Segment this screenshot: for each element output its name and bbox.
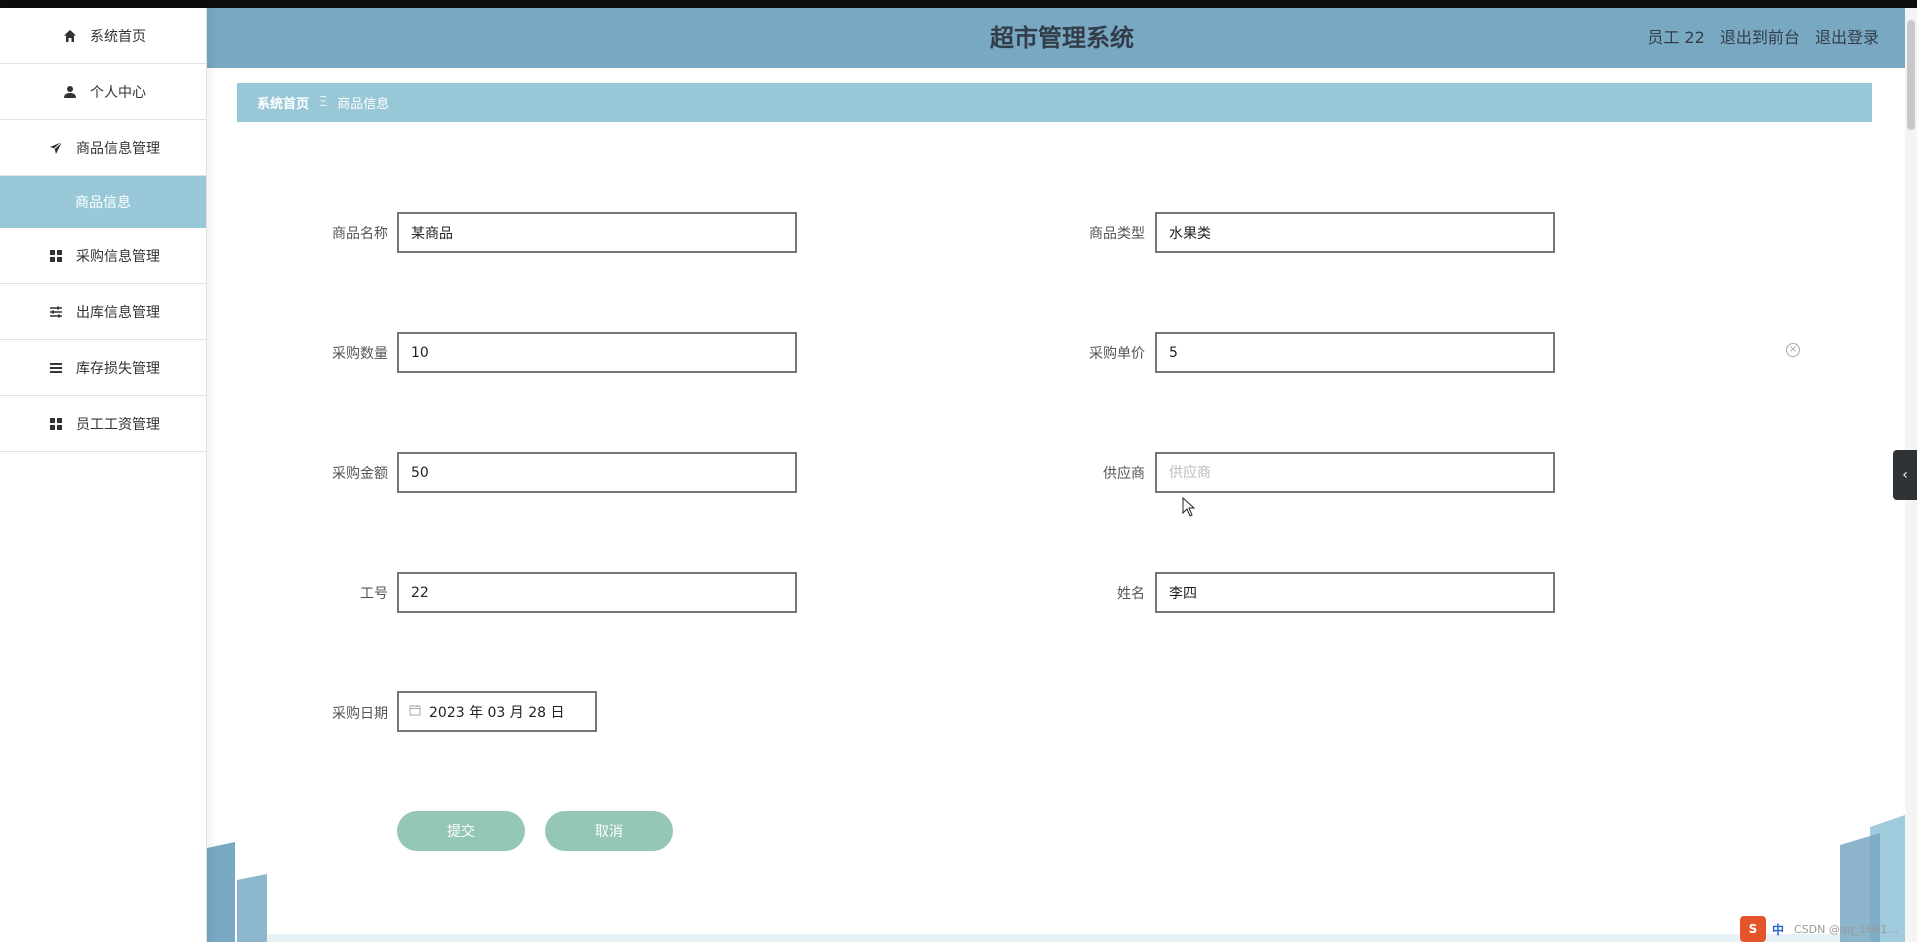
supplier-label: 供应商: [1103, 466, 1145, 482]
emp-no-input[interactable]: [397, 572, 797, 613]
sidebar-item-loss-mgmt[interactable]: 库存损失管理: [0, 340, 206, 396]
list-icon: [46, 361, 66, 375]
top-header: 超市管理系统 员工 22 退出到前台 退出登录: [207, 8, 1917, 68]
sidebar-item-product-mgmt[interactable]: 商品信息管理: [0, 120, 206, 176]
submit-button[interactable]: 提交: [397, 811, 525, 851]
sidebar-item-purchase-mgmt[interactable]: 采购信息管理: [0, 228, 206, 284]
sidebar-item-label: 员工工资管理: [76, 416, 160, 433]
footer-strip: [267, 934, 1842, 942]
sidebar-item-label: 库存损失管理: [76, 360, 160, 377]
sidebar-item-salary-mgmt[interactable]: 员工工资管理: [0, 396, 206, 452]
sidebar-item-label: 采购信息管理: [76, 248, 160, 265]
name-label: 姓名: [1117, 586, 1145, 602]
ime-language[interactable]: 中: [1772, 921, 1784, 938]
sidebar-subitem-product-info[interactable]: 商品信息: [0, 176, 206, 228]
window-top-bar: [0, 0, 1917, 8]
scrollbar-thumb[interactable]: [1907, 20, 1915, 130]
breadcrumb-home[interactable]: 系统首页: [257, 93, 309, 112]
breadcrumb: 系统首页 Ξ 商品信息: [237, 83, 1872, 122]
sidebar-item-outbound-mgmt[interactable]: 出库信息管理: [0, 284, 206, 340]
user-bar: 员工 22 退出到前台 退出登录: [1637, 8, 1879, 68]
supplier-input[interactable]: [1155, 452, 1555, 493]
breadcrumb-separator: Ξ: [319, 95, 328, 110]
watermark: CSDN @qq_1661...: [1794, 922, 1898, 936]
sliders-icon: [46, 305, 66, 319]
amount-input[interactable]: [397, 452, 797, 493]
sidebar-item-profile[interactable]: 个人中心: [0, 64, 206, 120]
sogou-logo-icon[interactable]: S: [1740, 916, 1766, 942]
purchase-qty-input[interactable]: [397, 332, 797, 373]
sidebar-item-label: 个人中心: [90, 84, 146, 101]
purchase-date-picker[interactable]: 2023 年 03 月 28 日: [397, 691, 597, 732]
unit-price-label: 采购单价: [1089, 346, 1145, 362]
send-icon: [46, 141, 66, 155]
sidebar-item-label: 系统首页: [90, 28, 146, 45]
unit-price-input[interactable]: [1155, 332, 1555, 373]
breadcrumb-current: 商品信息: [337, 97, 390, 112]
purchase-date-value: 2023 年 03 月 28 日: [429, 704, 565, 721]
user-icon: [60, 85, 80, 99]
sidebar: 系统首页 个人中心 商品信息管理 商品信息 采购信息管理 出库信息管理 库存损失…: [0, 8, 207, 942]
ime-tray: S 中 CSDN @qq_1661...: [1740, 916, 1898, 942]
sidebar-item-label: 出库信息管理: [76, 304, 160, 321]
exit-to-front-link[interactable]: 退出到前台: [1720, 28, 1800, 47]
mouse-cursor-icon: [1182, 497, 1196, 517]
sidebar-item-label: 商品信息管理: [76, 140, 160, 157]
product-name-label: 商品名称: [332, 226, 388, 242]
name-input[interactable]: [1155, 572, 1555, 613]
product-name-input[interactable]: [397, 212, 797, 253]
current-user: 员工 22: [1647, 28, 1705, 47]
grid-icon: [46, 417, 66, 431]
cancel-button[interactable]: 取消: [545, 811, 673, 851]
building-decoration-left: [207, 842, 267, 942]
product-type-label: 商品类型: [1089, 226, 1145, 242]
logout-link[interactable]: 退出登录: [1815, 28, 1879, 47]
calendar-icon: [409, 704, 421, 719]
purchase-date-label: 采购日期: [332, 706, 388, 722]
clear-circle-icon[interactable]: ×: [1786, 343, 1800, 357]
amount-label: 采购金额: [332, 466, 388, 482]
product-type-input[interactable]: [1155, 212, 1555, 253]
sidebar-item-home[interactable]: 系统首页: [0, 8, 206, 64]
emp-no-label: 工号: [360, 586, 388, 602]
chevron-left-icon[interactable]: ‹: [1893, 450, 1917, 500]
sidebar-item-label: 商品信息: [75, 195, 131, 211]
purchase-qty-label: 采购数量: [332, 346, 388, 362]
grid-icon: [46, 249, 66, 263]
home-icon: [60, 29, 80, 43]
